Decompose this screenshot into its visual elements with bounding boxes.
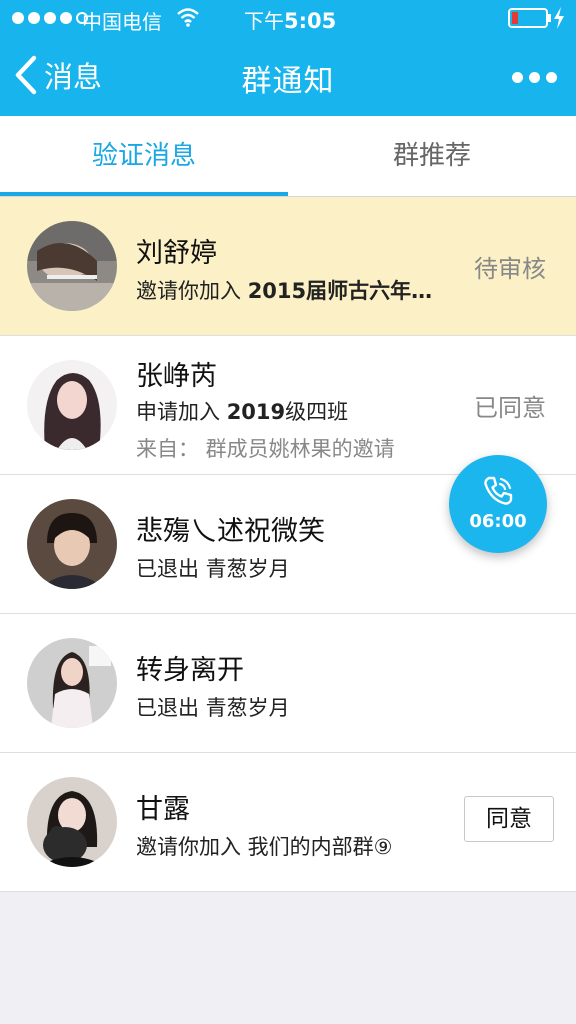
status-label: 已同意 [474,394,546,422]
avatar [27,777,117,867]
action-text: 申请加入 [136,400,227,424]
notification-row[interactable]: 甘露 邀请你加入 我们的内部群⑨ 同意 [0,753,576,892]
clock-period: 下午 [244,9,284,33]
call-timer: 06:00 [469,511,527,532]
notification-detail: 邀请你加入 2015届师古六年… [136,275,432,305]
more-options-icon[interactable] [512,68,558,86]
tab-bar: 验证消息 群推荐 [0,116,576,197]
clock: 下午5:05 [244,5,336,34]
action-text: 邀请你加入 [136,279,248,303]
avatar [27,638,117,728]
user-name: 悲殤乀述祝微笑 [136,516,325,547]
group-year: 2019 [226,400,286,424]
notification-row[interactable]: 刘舒婷 邀请你加入 2015届师古六年… 待审核 [0,197,576,336]
user-name: 刘舒婷 [136,238,217,269]
group-name: 届师古六年… [306,279,433,303]
avatar [27,360,117,450]
signal-strength-icon [12,12,88,24]
navigation-bar: 消息 群通知 [0,38,576,116]
call-floating-button[interactable]: 06:00 [449,455,547,553]
carrier-name: 中国电信 [82,10,162,34]
battery-icon [508,8,552,33]
notification-row[interactable]: 张峥芮 申请加入 2019级四班 来自： 群成员姚林果的邀请 已同意 [0,336,576,475]
status-label: 待审核 [474,255,546,283]
status-bar: 中国电信 下午5:05 [0,0,576,38]
group-name: 级四班 [285,400,349,424]
active-tab-indicator [0,192,288,196]
notification-detail: 已退出 青葱岁月 [136,557,290,581]
invite-source: 来自： 群成员姚林果的邀请 [136,437,395,461]
charging-icon [553,7,565,34]
tab-verification-messages[interactable]: 验证消息 [0,116,288,196]
page-title: 群通知 [241,64,335,99]
user-name: 张峥芮 [136,361,217,392]
clock-time: 5:05 [284,9,337,33]
avatar [27,221,117,311]
notification-detail: 邀请你加入 我们的内部群⑨ [136,835,393,859]
notification-row[interactable]: 转身离开 已退出 青葱岁月 [0,614,576,753]
user-name: 转身离开 [136,655,244,686]
wifi-icon [176,6,200,33]
notification-detail: 已退出 青葱岁月 [136,696,290,720]
header: 中国电信 下午5:05 消息 群通知 [0,0,576,116]
notification-detail: 申请加入 2019级四班 [136,396,348,426]
avatar [27,499,117,589]
group-year: 2015 [247,279,307,303]
agree-button[interactable]: 同意 [464,796,554,842]
tab-group-recommendations[interactable]: 群推荐 [288,116,576,196]
user-name: 甘露 [136,794,190,825]
phone-icon [482,475,514,511]
